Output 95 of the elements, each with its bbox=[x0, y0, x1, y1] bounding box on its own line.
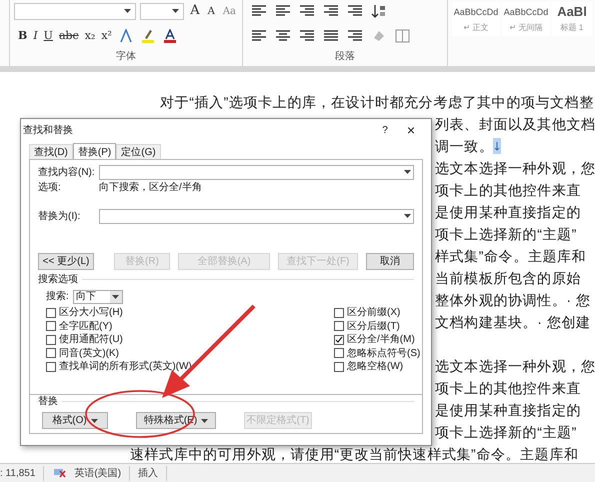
language-indicator[interactable]: 英语(美国) bbox=[74, 466, 130, 480]
document-text: 选文本选择一种外观，您 bbox=[435, 158, 595, 178]
document-text: 项卡上的其他控件来直 bbox=[435, 180, 581, 200]
superscript-button[interactable]: x² bbox=[101, 28, 112, 44]
document-text: 是使用某种直接指定的 bbox=[435, 202, 581, 222]
borders-icon[interactable] bbox=[395, 29, 411, 43]
document-text: 项卡上的其他控件来直 bbox=[435, 378, 581, 398]
help-button[interactable]: ? bbox=[375, 122, 395, 138]
checkbox-label: 区分全/半角(M) bbox=[347, 332, 415, 348]
close-button[interactable]: × bbox=[401, 120, 421, 140]
decrease-indent-icon[interactable] bbox=[323, 4, 339, 18]
checkbox[interactable] bbox=[46, 334, 56, 345]
subscript-button[interactable]: x₂ bbox=[84, 28, 96, 44]
checkbox[interactable] bbox=[46, 321, 56, 332]
text-effects-icon[interactable] bbox=[118, 29, 134, 43]
checkbox-label: 区分前缀(X) bbox=[347, 306, 400, 320]
dialog-tab[interactable]: 定位(G) bbox=[116, 144, 161, 160]
caret-icon bbox=[172, 9, 180, 13]
document-text: 对于“插入”选项卡上的库，在设计时都充分考虑了其中的项与文档整 bbox=[160, 92, 594, 112]
line-spacing-icon[interactable] bbox=[347, 29, 363, 43]
less-button[interactable]: << 更少(L) bbox=[38, 252, 94, 270]
checkbox[interactable] bbox=[334, 321, 344, 332]
align-left-icon[interactable] bbox=[251, 29, 267, 43]
group-label: 字体 bbox=[116, 50, 136, 64]
strikethrough-button[interactable]: abc bbox=[58, 28, 79, 44]
underline-button[interactable]: U bbox=[44, 28, 53, 44]
options-value: 向下搜索，区分全/半角 bbox=[99, 180, 202, 194]
checkbox[interactable] bbox=[46, 308, 56, 318]
style-gallery-item[interactable]: AaBl 标题 1 bbox=[552, 2, 592, 36]
font-name-field[interactable] bbox=[14, 2, 136, 20]
caret-icon bbox=[90, 418, 98, 422]
document-text: 选文本选择一种外观，您 bbox=[435, 356, 595, 376]
insert-mode-indicator[interactable]: 插入 bbox=[130, 466, 168, 480]
sort-icon[interactable] bbox=[371, 4, 387, 18]
document-text: 列表、封面以及其他文档 bbox=[435, 114, 595, 134]
grow-font-button[interactable]: A bbox=[188, 1, 202, 21]
checkbox[interactable] bbox=[334, 334, 344, 345]
multilevel-list-icon[interactable] bbox=[299, 4, 315, 18]
style-gallery-item[interactable]: AaBbCcDd ↵ 无间隔 bbox=[502, 2, 550, 36]
checkbox[interactable] bbox=[46, 362, 56, 372]
group-label: 段落 bbox=[335, 50, 355, 64]
bold-button[interactable]: B bbox=[18, 28, 28, 44]
checkbox-label: 同音(英文)(K) bbox=[59, 346, 119, 360]
align-right-icon[interactable] bbox=[299, 29, 315, 43]
replace-field[interactable] bbox=[99, 208, 414, 224]
field-label: 替换为(I): bbox=[38, 210, 82, 224]
caret-icon bbox=[201, 418, 208, 422]
field-label: 查找内容(N): bbox=[38, 166, 96, 180]
caret-icon bbox=[124, 9, 132, 13]
checkbox-label: 区分大小写(H) bbox=[59, 306, 123, 320]
checkbox-label: 忽略标点符号(S) bbox=[347, 346, 420, 360]
word-count[interactable]: : 11,851 bbox=[0, 466, 44, 480]
document-text: 当前模板所包含的原始 bbox=[435, 268, 581, 288]
cancel-button[interactable]: 取消 bbox=[366, 252, 414, 270]
checkbox[interactable] bbox=[334, 348, 344, 358]
proofing-icon[interactable] bbox=[52, 467, 66, 479]
bullets-icon[interactable] bbox=[251, 4, 267, 18]
style-gallery-item[interactable]: AaBbCcDd ↵ 正文 bbox=[452, 2, 500, 36]
align-center-icon[interactable] bbox=[275, 29, 291, 43]
search-direction-select[interactable]: 向下 bbox=[72, 290, 123, 304]
checkbox[interactable] bbox=[334, 308, 344, 318]
document-text: 项卡上选择新的“主题” bbox=[435, 422, 577, 442]
dialog-tab[interactable]: 替换(P) bbox=[72, 143, 116, 160]
italic-button[interactable]: I bbox=[33, 28, 38, 44]
format-button[interactable]: 格式(O) bbox=[42, 412, 108, 429]
search-label: 搜索: bbox=[46, 290, 69, 304]
document-text: 调一致。 bbox=[435, 136, 494, 156]
dialog-tab[interactable]: 查找(D) bbox=[29, 144, 73, 160]
checkbox-label: 忽略空格(W) bbox=[347, 360, 404, 374]
shrink-font-button[interactable]: A bbox=[206, 4, 217, 18]
options-label: 选项: bbox=[38, 180, 62, 194]
caret-icon bbox=[112, 294, 120, 298]
font-color-icon[interactable] bbox=[162, 29, 178, 43]
numbering-icon[interactable] bbox=[275, 4, 291, 18]
checkbox-label: 使用通配符(U) bbox=[59, 332, 123, 348]
document-text: 速样式库中的可用外观，请使用“更改当前快速样式集”命令。主题库和 bbox=[130, 444, 579, 463]
increase-indent-icon[interactable] bbox=[347, 4, 363, 18]
find-field[interactable] bbox=[99, 164, 414, 180]
checkbox-label: 区分后缀(T) bbox=[347, 320, 400, 334]
caret-icon bbox=[404, 170, 411, 174]
justify-icon[interactable] bbox=[323, 29, 339, 43]
highlighter-icon[interactable] bbox=[140, 29, 156, 43]
section-title: 搜索选项 bbox=[38, 272, 78, 287]
document-text: 是使用某种直接指定的 bbox=[435, 400, 581, 420]
checkbox[interactable] bbox=[334, 362, 344, 372]
document-text: 样式集”命令。主题库和 bbox=[435, 246, 586, 266]
section-title: 替换 bbox=[38, 394, 58, 409]
caret-icon bbox=[404, 214, 411, 218]
document-text: 文档构建基块。· 您创建 bbox=[435, 312, 591, 332]
checkbox[interactable] bbox=[46, 348, 56, 358]
checkbox-label: 全字匹配(Y) bbox=[59, 320, 112, 334]
document-text: 项卡上选择新的“主题” bbox=[435, 224, 577, 244]
dialog-title: 查找和替换 bbox=[23, 124, 74, 138]
document-text: 整体外观的协调性。· 您 bbox=[435, 290, 591, 310]
font-size-field[interactable] bbox=[140, 2, 184, 20]
